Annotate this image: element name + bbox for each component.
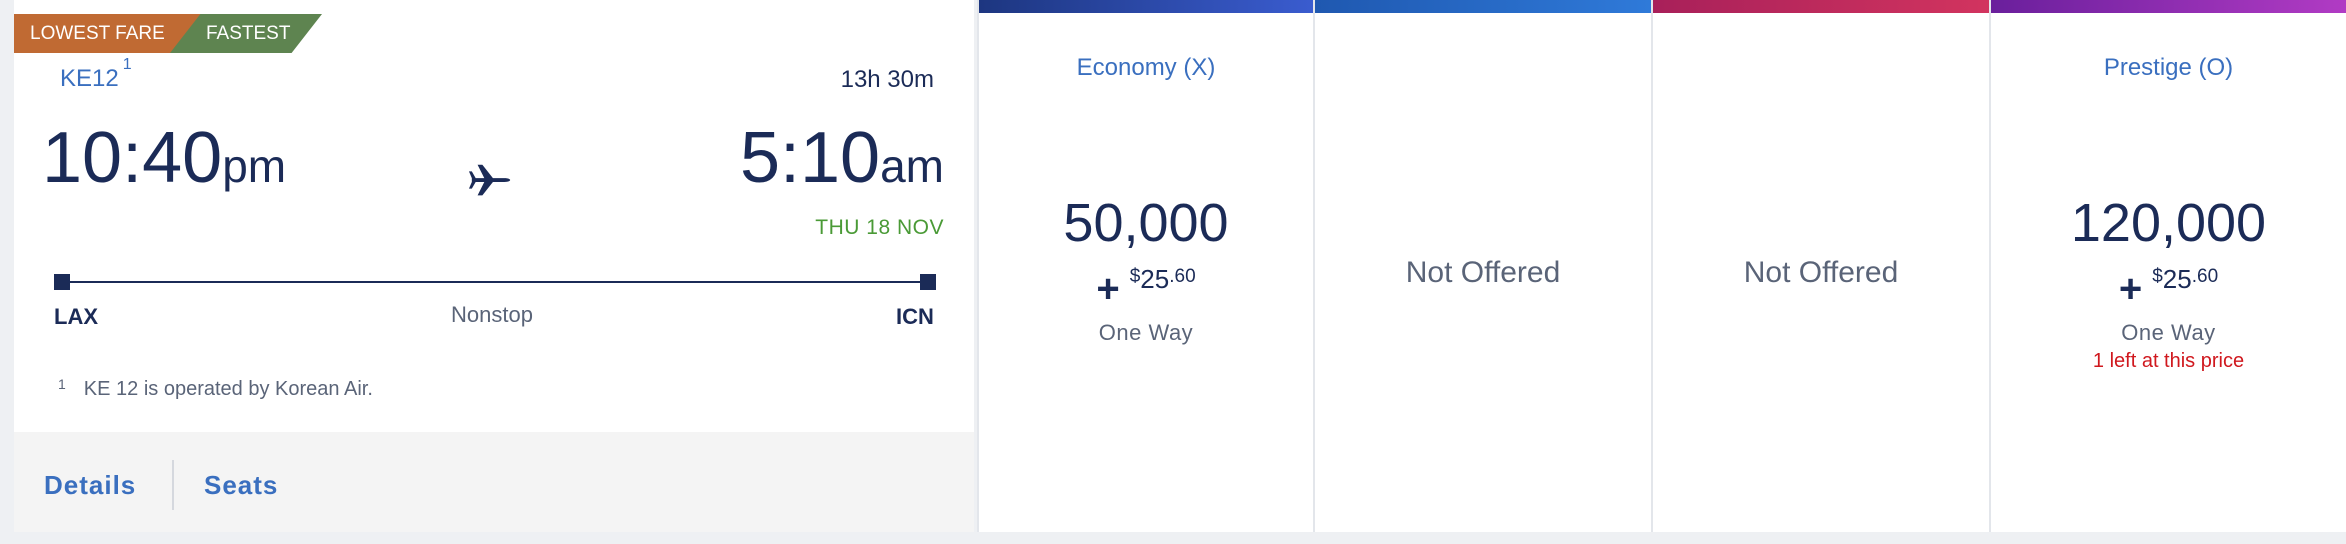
departure-time-value: 10:40 bbox=[42, 118, 223, 198]
seats-link[interactable]: Seats bbox=[204, 470, 278, 501]
arrival-time: 5:10am bbox=[740, 118, 944, 198]
fee-dollars: 25 bbox=[2162, 264, 2192, 294]
not-offered-label: Not Offered bbox=[1405, 256, 1561, 289]
flight-card bbox=[14, 0, 974, 532]
trip-type: One Way bbox=[2121, 320, 2216, 345]
arrival-date-note: THU 18 NOV bbox=[815, 216, 944, 239]
origin-airport: LAX bbox=[54, 304, 98, 329]
fee-currency: $ bbox=[2152, 266, 2163, 287]
fare-economy[interactable]: Economy (X) 50,000 + $25.60 One Way bbox=[977, 0, 1313, 532]
airplane-icon bbox=[468, 158, 511, 196]
fare-fee: + $25.60 bbox=[1991, 264, 2346, 312]
fee-cents: .60 bbox=[1169, 266, 1196, 287]
fare-miles: 50,000 bbox=[1063, 193, 1229, 253]
card-footer bbox=[14, 432, 974, 532]
fare-miles: 120,000 bbox=[2070, 193, 2267, 253]
fare-not-offered-1: Not Offered bbox=[1313, 0, 1651, 532]
fee-dollars: 25 bbox=[1140, 264, 1170, 294]
fare-prestige[interactable]: Prestige (O) 120,000 + $25.60 One Way 1 l… bbox=[1989, 0, 2346, 532]
route-line bbox=[62, 281, 928, 283]
fee-cents: .60 bbox=[2191, 266, 2219, 287]
fee-currency: $ bbox=[1129, 266, 1141, 287]
departure-ampm: pm bbox=[222, 140, 287, 192]
destination-airport: ICN bbox=[896, 304, 934, 329]
details-link[interactable]: Details bbox=[44, 470, 136, 501]
origin-marker bbox=[54, 274, 70, 290]
operator-footnote: 1 KE 12 is operated by Korean Air. bbox=[58, 376, 373, 401]
fare-title: Economy (X) bbox=[1076, 54, 1216, 81]
fare-accent-bar bbox=[1315, 0, 1651, 13]
scarcity-notice: 1 left at this price bbox=[2092, 350, 2245, 372]
destination-marker bbox=[920, 274, 936, 290]
flight-number-text[interactable]: KE12 bbox=[60, 65, 119, 92]
flight-duration: 13h 30m bbox=[840, 66, 934, 93]
stops-label: Nonstop bbox=[451, 302, 533, 327]
arrival-ampm: am bbox=[880, 140, 944, 192]
trip-type: One Way bbox=[1098, 320, 1194, 345]
plus-icon: + bbox=[1096, 267, 1120, 312]
fare-accent-bar bbox=[1653, 0, 1989, 13]
footnote-text: KE 12 is operated by Korean Air. bbox=[83, 378, 373, 400]
flight-number[interactable]: KE121 bbox=[60, 56, 132, 93]
not-offered-label: Not Offered bbox=[1743, 256, 1899, 289]
footnote-number: 1 bbox=[58, 376, 66, 392]
footer-divider bbox=[172, 460, 174, 510]
departure-time: 10:40pm bbox=[42, 118, 286, 198]
fare-title: Prestige (O) bbox=[2103, 54, 2234, 81]
plus-icon: + bbox=[2118, 267, 2143, 312]
fare-fee: + $25.60 bbox=[979, 264, 1313, 312]
fare-accent-bar bbox=[1991, 0, 2346, 13]
flight-footnote-marker: 1 bbox=[122, 56, 132, 73]
arrival-time-value: 5:10 bbox=[739, 118, 881, 198]
fare-accent-bar bbox=[979, 0, 1313, 13]
fare-not-offered-2: Not Offered bbox=[1651, 0, 1989, 532]
